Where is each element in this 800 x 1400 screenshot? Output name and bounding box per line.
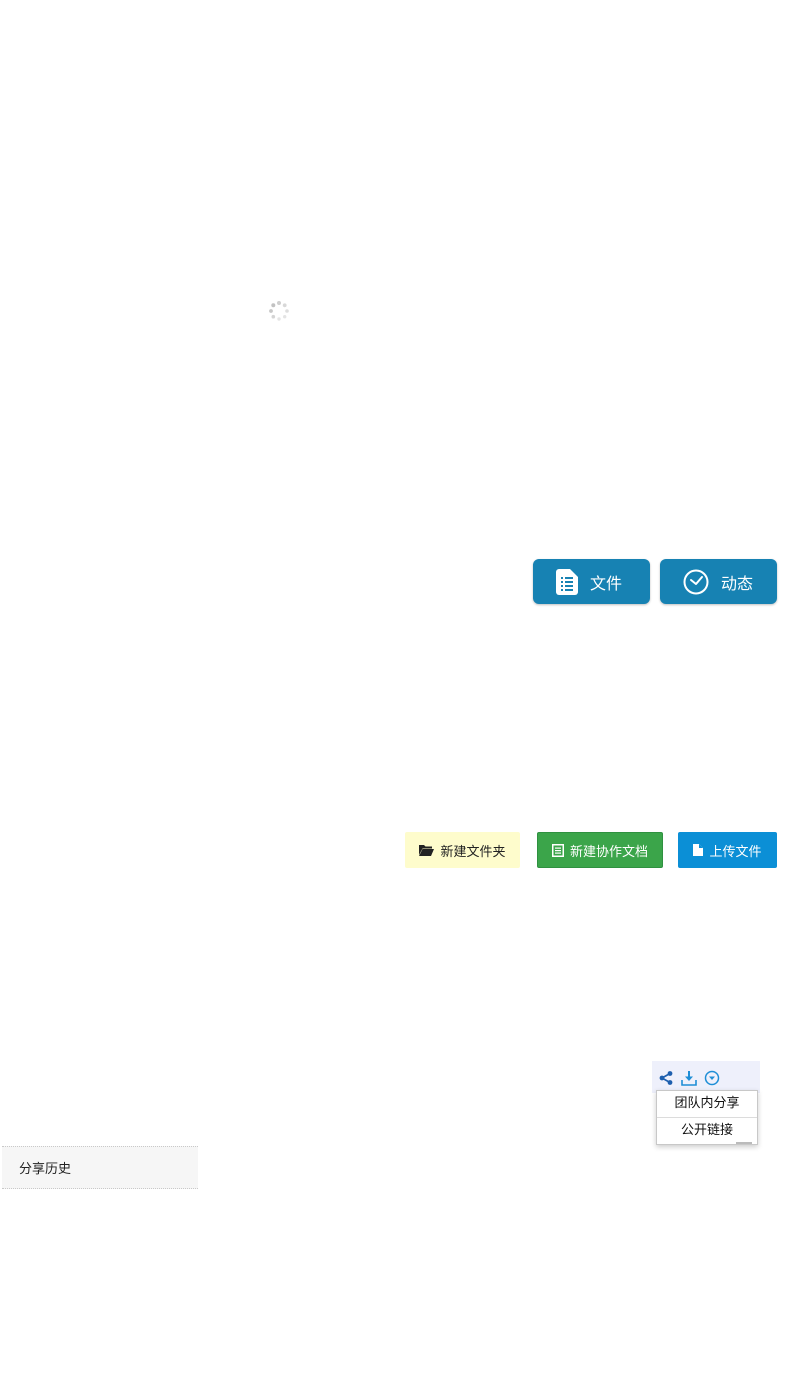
tab-files-label: 文件 [590,573,623,593]
divider [736,1139,756,1145]
new-collab-doc-label: 新建协作文档 [569,844,648,860]
clock-icon [683,569,709,595]
new-folder-button[interactable]: 新建文件夹 [405,832,520,868]
upload-file-label: 上传文件 [709,844,762,860]
sidebar-item-label: 分享历史 [19,1162,72,1177]
new-folder-label: 新建文件夹 [440,844,506,860]
tab-activity[interactable]: 动态 [660,559,777,604]
file-row-actions [652,1061,760,1093]
share-dropdown-menu: 团队内分享 公开链接 [656,1090,758,1145]
file-list-icon [556,568,578,595]
folder-open-icon [419,844,435,856]
share-icon[interactable] [658,1070,674,1086]
sidebar-item-share-history[interactable]: 分享历史 [2,1146,198,1189]
file-icon [693,844,704,856]
tab-activity-label: 动态 [721,573,754,593]
upload-file-button[interactable]: 上传文件 [678,832,777,868]
new-collab-doc-button[interactable]: 新建协作文档 [537,832,663,868]
loading-spinner-icon [268,300,290,322]
download-icon[interactable] [681,1070,697,1086]
chevron-down-circle-icon[interactable] [704,1070,720,1086]
document-icon [551,843,564,857]
page: 文件 动态 新建文件夹 新建协作文档 上传文件 团队内分享 公开链接 分享历史 [0,0,800,1400]
menu-item-team-share[interactable]: 团队内分享 [657,1091,757,1117]
tab-files[interactable]: 文件 [533,559,650,604]
